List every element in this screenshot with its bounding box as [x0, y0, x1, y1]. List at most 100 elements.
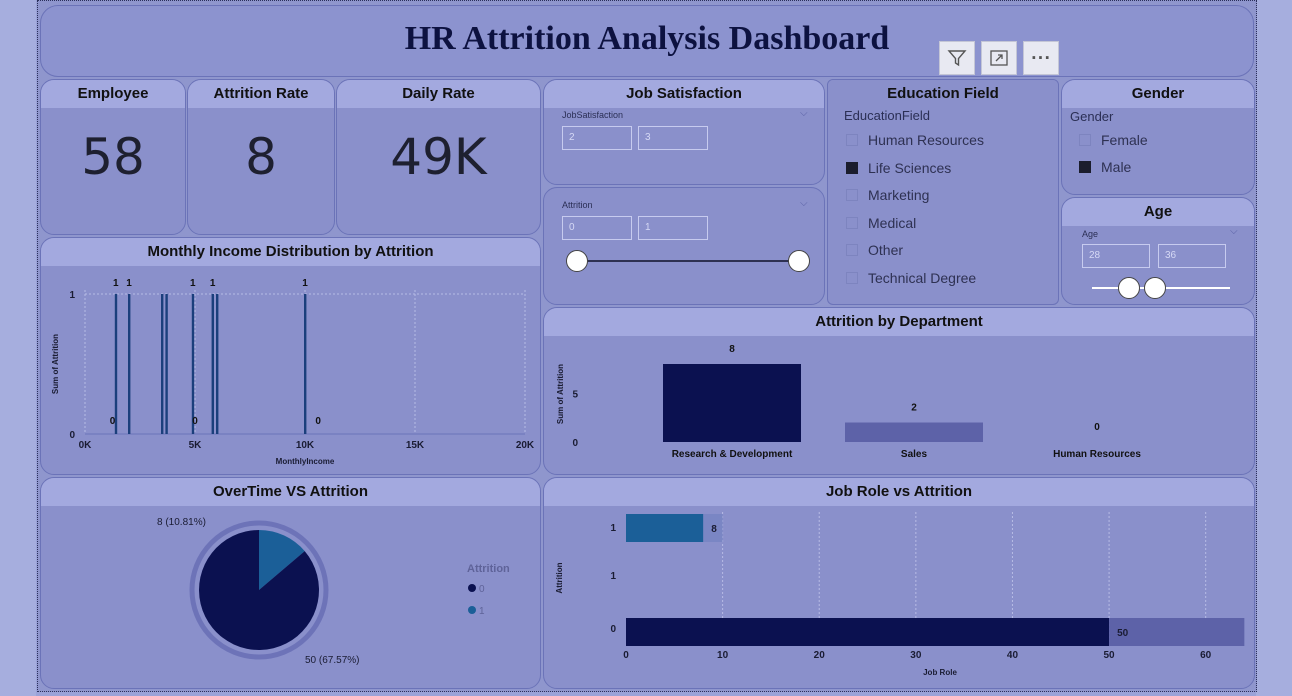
kpi-value: 58 — [81, 128, 145, 186]
checkbox-option[interactable]: Technical Degree — [846, 268, 976, 288]
x-tick-label: 60 — [1200, 650, 1212, 661]
age-range-handle-min[interactable] — [1118, 277, 1140, 299]
overtime-pie-card: OverTime VS Attrition 8 (10.81%) 50 (67.5… — [40, 477, 541, 689]
checkbox[interactable] — [1079, 134, 1091, 146]
more-options-button[interactable]: ··· — [1023, 41, 1059, 75]
focus-mode-button[interactable] — [981, 41, 1017, 75]
kpi-value: 49K — [390, 128, 487, 186]
chevron-down-icon[interactable]: ⌵ — [1230, 226, 1238, 237]
attrition-max-input[interactable]: 1 — [638, 216, 708, 240]
age-range-handle-max[interactable] — [1144, 277, 1166, 299]
data-label: 2 — [911, 403, 917, 414]
slicer-field-label: EducationField — [844, 108, 930, 123]
legend-marker[interactable] — [468, 606, 476, 614]
data-label: 1 — [210, 278, 216, 289]
overtime-pie-chart: 8 (10.81%) 50 (67.57%) Attrition 0 1 — [157, 517, 510, 666]
slicer-title: Job Satisfaction — [544, 80, 824, 108]
page-title: HR Attrition Analysis Dashboard — [404, 20, 890, 57]
data-label: 0 — [315, 416, 321, 427]
y-axis-title: Sum of Attrition — [556, 364, 565, 424]
department-bar[interactable] — [663, 364, 801, 442]
income-bar[interactable] — [211, 294, 214, 434]
job-role-bar-segment[interactable] — [626, 514, 704, 542]
legend-label: 1 — [479, 606, 485, 617]
attrition-range-handle-min[interactable] — [566, 250, 588, 272]
checkbox[interactable] — [846, 244, 858, 256]
checkbox[interactable] — [1079, 161, 1091, 173]
income-bar[interactable] — [216, 294, 219, 434]
x-tick-label: 20 — [814, 650, 826, 661]
checkbox-option[interactable]: Medical — [846, 213, 916, 233]
checkbox[interactable] — [846, 216, 858, 229]
kpi-card-employee: Employee 58 — [40, 79, 186, 235]
job-role-chart-card: Job Role vs Attrition 0 10 20 30 40 50 60 8 50 1 1… — [543, 477, 1255, 689]
checkbox-option[interactable]: Other — [846, 240, 903, 260]
education-field-slicer: Education Field EducationField Human Res… — [827, 79, 1059, 305]
category-label: Human Resources — [1053, 449, 1141, 460]
x-tick-label: 10 — [717, 650, 729, 661]
checkbox-label: Marketing — [868, 187, 930, 203]
income-bar[interactable] — [114, 294, 118, 434]
checkbox-option[interactable]: Human Resources — [846, 130, 984, 150]
gender-slicer: Gender Gender Female Male — [1061, 79, 1255, 195]
filter-icon — [947, 50, 967, 67]
checkbox-option[interactable]: Male — [1079, 157, 1131, 177]
attrition-range-handle-max[interactable] — [788, 250, 810, 272]
chevron-down-icon[interactable]: ⌵ — [800, 198, 808, 209]
y-tick-label: 5 — [572, 389, 578, 400]
data-label: 0 — [110, 416, 116, 427]
y-axis-title: Sum of Attrition — [51, 334, 60, 394]
checkbox-option[interactable]: Life Sciences — [846, 158, 951, 178]
x-tick-label: 20K — [516, 440, 535, 451]
kpi-label: Daily Rate — [337, 80, 540, 108]
data-label: 1 — [113, 278, 119, 289]
job-satisfaction-max-input[interactable]: 3 — [638, 126, 708, 150]
x-tick-label: 15K — [406, 440, 425, 451]
y-axis-title: Attrition — [555, 562, 564, 593]
report-margin-left — [0, 0, 36, 696]
filter-button[interactable] — [939, 41, 975, 75]
data-label: 0 — [192, 416, 198, 427]
job-role-bar-segment[interactable] — [626, 618, 1110, 646]
age-min-input[interactable]: 28 — [1082, 244, 1150, 268]
income-bar[interactable] — [128, 294, 131, 434]
income-bar[interactable] — [191, 294, 195, 434]
checkbox[interactable] — [846, 189, 858, 201]
checkbox-option[interactable]: Female — [1079, 130, 1148, 150]
slicer-title: Education Field — [828, 80, 1058, 108]
data-label: 50 (67.57%) — [305, 655, 359, 666]
monthly-income-chart-card: Monthly Income Distribution by Attrition… — [40, 237, 541, 475]
x-tick-label: 40 — [1007, 650, 1019, 661]
legend-marker[interactable] — [468, 584, 476, 592]
x-axis-title: Job Role — [923, 668, 957, 677]
y-tick-label: 1 — [610, 523, 616, 534]
department-chart-card: Attrition by Department 0 5 8 Research & De… — [543, 307, 1255, 475]
x-tick-label: 10K — [296, 440, 315, 451]
job-satisfaction-min-input[interactable]: 2 — [562, 126, 632, 150]
data-label: 1 — [190, 278, 196, 289]
checkbox[interactable] — [846, 134, 858, 146]
chevron-down-icon[interactable]: ⌵ — [800, 108, 808, 119]
data-label: 0 — [1094, 422, 1100, 433]
slicer-title: Age — [1062, 198, 1254, 226]
x-tick-label: 30 — [910, 650, 922, 661]
job-role-bar-segment[interactable] — [1109, 618, 1245, 646]
header-banner: HR Attrition Analysis Dashboard — [40, 5, 1254, 77]
checkbox-label: Technical Degree — [868, 269, 977, 286]
attrition-min-input[interactable]: 0 — [562, 216, 632, 240]
income-bar[interactable] — [304, 294, 307, 434]
expand-icon — [990, 50, 1008, 66]
checkbox-option[interactable]: Marketing — [846, 185, 929, 205]
checkbox[interactable] — [846, 271, 858, 284]
age-slicer: Age Age ⌵ 28 36 — [1061, 197, 1255, 305]
slicer-field-label: Age — [1082, 229, 1099, 239]
department-bar[interactable] — [845, 422, 983, 443]
kpi-label: Attrition Rate — [188, 80, 334, 108]
checkbox[interactable] — [846, 161, 858, 174]
income-bar[interactable] — [165, 294, 168, 434]
age-max-input[interactable]: 36 — [1158, 244, 1226, 268]
checkbox-label: Other — [868, 242, 904, 258]
monthly-income-chart: 1 1 1 1 10 0 00K 5K 10K 15K 20K01MonthlyIncomeSum … — [51, 278, 535, 466]
income-bar[interactable] — [161, 294, 164, 434]
attrition-slicer: Attrition ⌵ 0 1 — [543, 187, 825, 305]
